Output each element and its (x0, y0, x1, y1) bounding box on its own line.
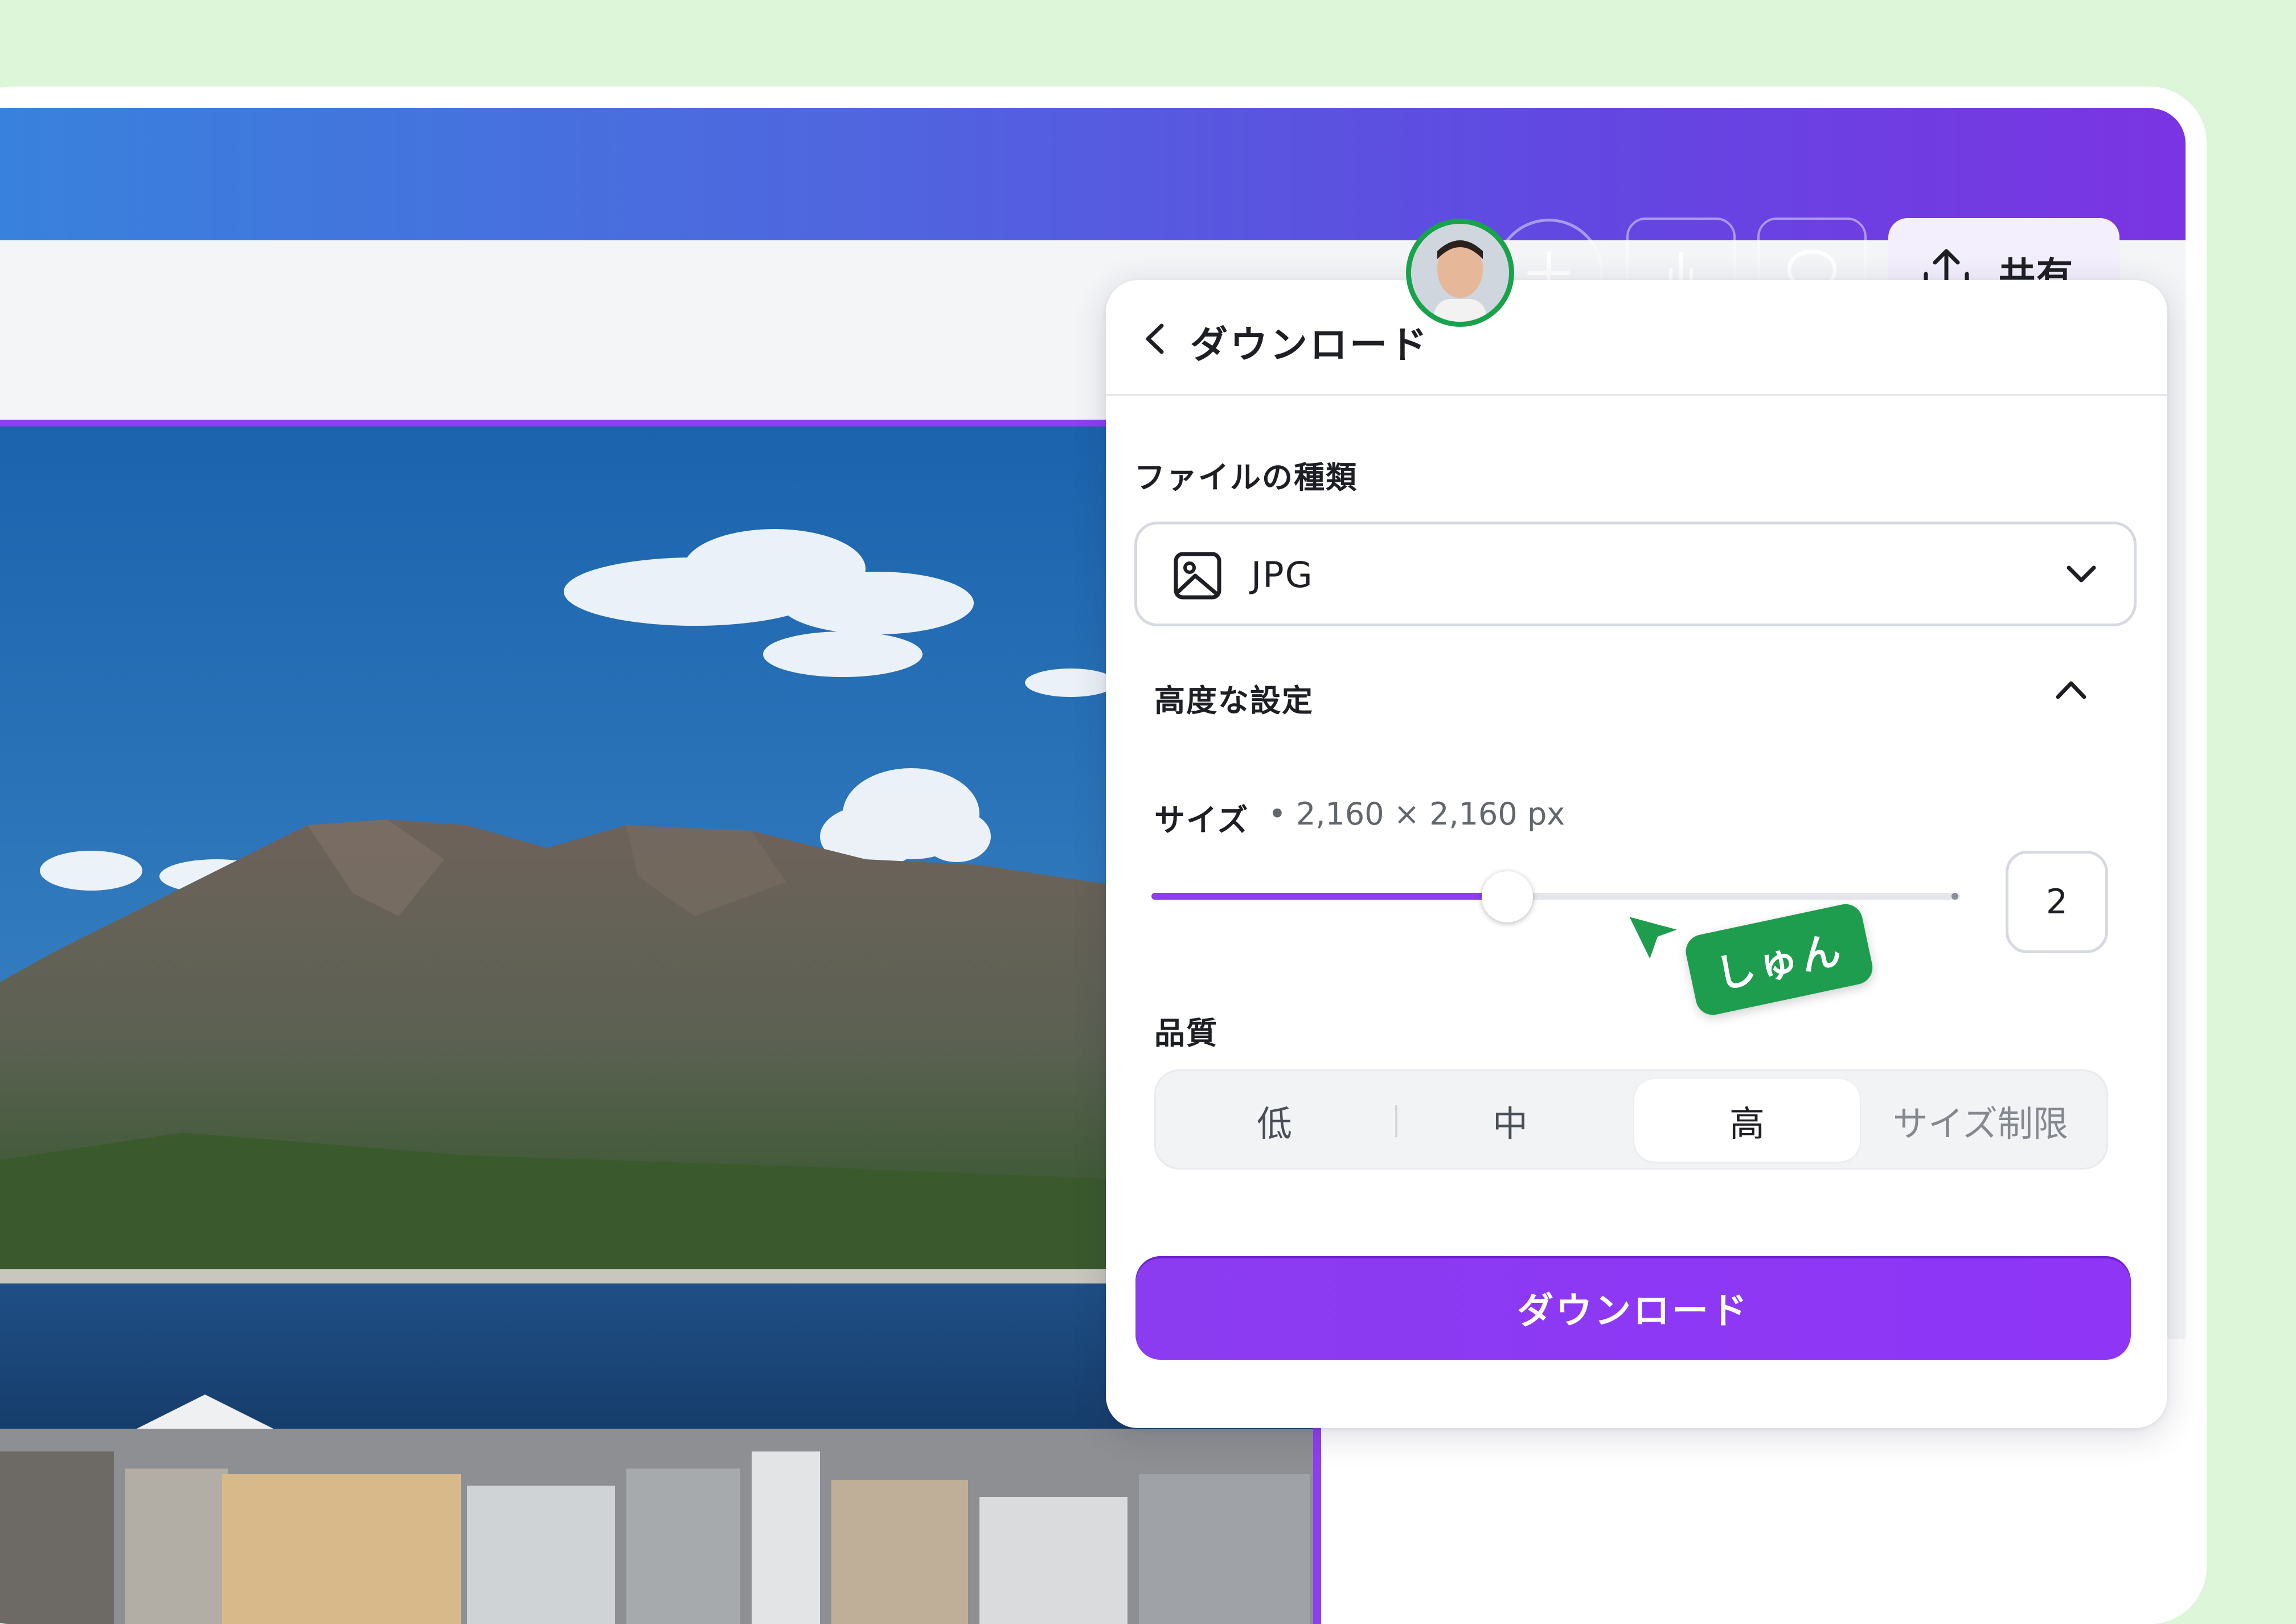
size-dimensions: • 2,160 × 2,160 px (1268, 796, 1565, 832)
file-type-label: ファイルの種類 (1134, 460, 1358, 495)
chevron-down-icon (2067, 565, 2096, 583)
download-panel: ダウンロード ファイルの種類 JPG 高度な設定 サイズ • 2,160 × 2… (1106, 280, 2167, 1428)
quality-option-medium[interactable]: 中 (1397, 1079, 1623, 1162)
download-button[interactable]: ダウンロード (1135, 1256, 2131, 1360)
avatar-photo (1411, 224, 1509, 322)
quality-option-size-limit[interactable]: サイズ制限 (1868, 1079, 2093, 1162)
quality-segmented-control: 低 中 高 サイズ制限 (1154, 1069, 2108, 1170)
advanced-settings-label: 高度な設定 (1154, 683, 1314, 719)
collaborator-cursor-icon (1623, 911, 1687, 967)
chevron-left-icon (1146, 323, 1164, 354)
back-button[interactable] (1138, 319, 1174, 359)
slider-end-marker (1951, 893, 1958, 900)
quality-option-low[interactable]: 低 (1162, 1079, 1387, 1162)
file-type-value: JPG (1251, 554, 1314, 596)
slider-thumb[interactable] (1482, 871, 1533, 922)
file-type-select[interactable]: JPG (1134, 522, 2137, 626)
slider-fill (1151, 893, 1507, 900)
user-avatar[interactable] (1406, 219, 1514, 327)
size-label: サイズ (1154, 802, 1249, 838)
quality-option-high[interactable]: 高 (1634, 1079, 1860, 1162)
quality-label: 品質 (1154, 1015, 1218, 1051)
size-value-input[interactable]: 2 (2006, 851, 2108, 953)
advanced-settings-toggle[interactable] (2051, 673, 2097, 713)
image-icon (1174, 552, 1221, 600)
chevron-up-icon (2056, 681, 2086, 699)
panel-title: ダウンロード (1190, 323, 1429, 367)
panel-header: ダウンロード (1106, 280, 2167, 396)
